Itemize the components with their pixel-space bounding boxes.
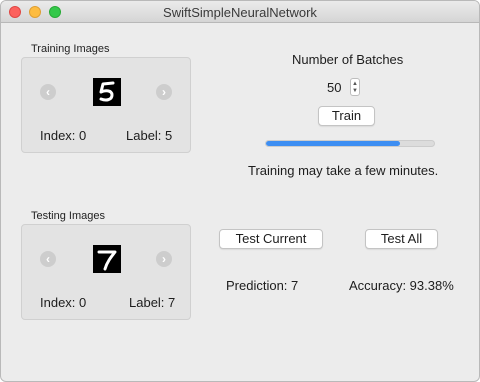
training-index: Index: 0 [40,128,87,143]
train-button[interactable]: Train [318,106,375,126]
stepper-up-icon[interactable]: ▲ [352,81,358,87]
training-images-box: ‹ › Index: 0 Label: 5 [21,57,191,153]
digit-seven-image [97,250,117,271]
training-digit-image [93,78,121,106]
training-images-label: Training Images [31,43,110,55]
title-bar: SwiftSimpleNeuralNetwork [1,1,479,23]
training-status: Training may take a few minutes. [248,163,439,178]
chevron-left-icon: ‹ [46,85,50,99]
test-all-button[interactable]: Test All [365,229,438,249]
testing-images-box: ‹ › Index: 0 Label: 7 [21,224,191,320]
training-progress-fill [266,141,401,146]
testing-index: Index: 0 [40,295,87,310]
training-prev-button[interactable]: ‹ [40,84,56,100]
training-progress-bar [265,140,435,147]
accuracy-text: Accuracy: 93.38% [349,278,454,293]
testing-digit-image [93,245,121,273]
testing-images-label: Testing Images [31,210,105,222]
app-window: SwiftSimpleNeuralNetwork Training Images… [0,0,480,382]
training-label: Label: 5 [126,128,173,143]
digit-five-image [99,81,115,102]
batches-value[interactable]: 50 [327,80,341,95]
testing-prev-button[interactable]: ‹ [40,251,56,267]
testing-next-button[interactable]: › [156,251,172,267]
test-current-button[interactable]: Test Current [219,229,323,249]
batches-stepper[interactable]: ▲ ▼ [350,78,360,96]
testing-label: Label: 7 [129,295,176,310]
chevron-right-icon: › [162,85,166,99]
chevron-right-icon: › [162,252,166,266]
stepper-down-icon[interactable]: ▼ [352,88,358,94]
chevron-left-icon: ‹ [46,252,50,266]
prediction-text: Prediction: 7 [226,278,299,293]
window-title: SwiftSimpleNeuralNetwork [163,5,317,20]
training-next-button[interactable]: › [156,84,172,100]
batches-label: Number of Batches [292,52,404,67]
